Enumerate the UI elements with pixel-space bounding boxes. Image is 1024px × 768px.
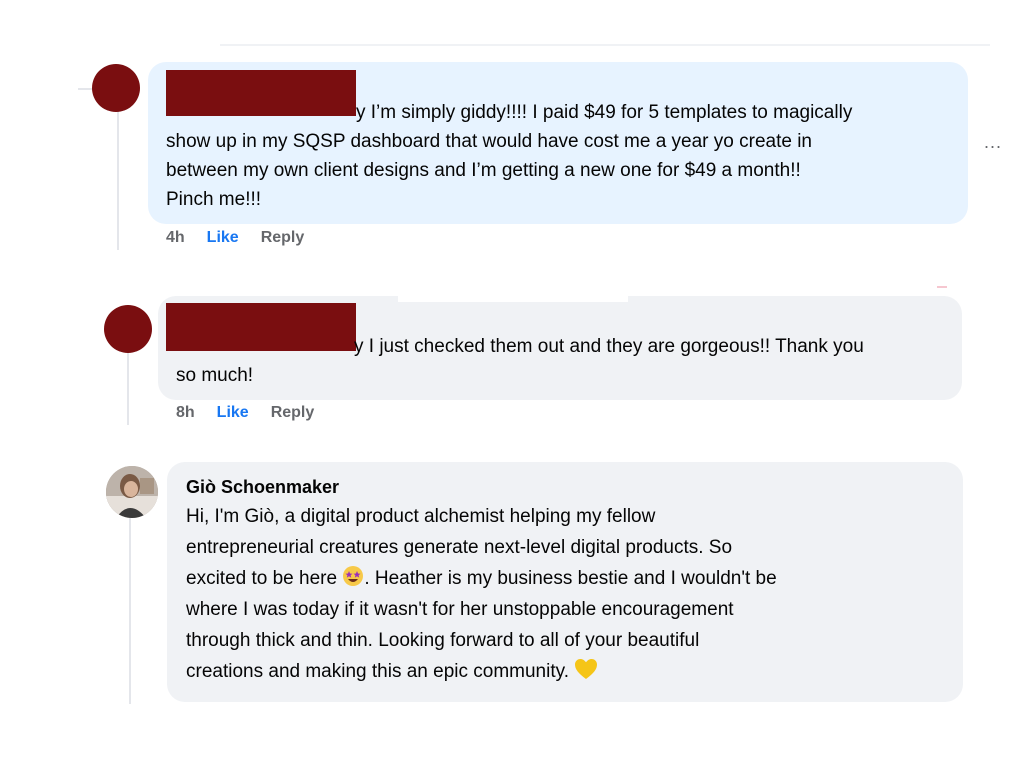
divider bbox=[220, 44, 990, 46]
reply-button[interactable]: Reply bbox=[261, 229, 305, 247]
comment-text-line: entrepreneurial creatures generate next-… bbox=[186, 537, 733, 558]
comment-text-line: excited to be here . Heather is my busin… bbox=[186, 564, 777, 596]
comment-author[interactable]: Giò Schoenmaker bbox=[186, 477, 339, 498]
comment-thread: y I’m simply giddy!!!! I paid $49 for 5 … bbox=[0, 0, 1024, 768]
divider bbox=[398, 296, 628, 302]
reply-button[interactable]: Reply bbox=[271, 404, 315, 422]
comment-text-line: Hi, I'm Giò, a digital product alchemist… bbox=[186, 506, 656, 527]
thread-line bbox=[127, 350, 129, 425]
comment-text-fragment: creations and making this an epic commun… bbox=[186, 661, 575, 682]
comment-actions: 8h Like Reply bbox=[176, 404, 314, 422]
comment-text-line: so much! bbox=[176, 365, 254, 386]
redacted-author-name bbox=[166, 70, 356, 116]
comment-text-line: y I just checked them out and they are g… bbox=[354, 336, 864, 357]
comment-actions: 4h Like Reply bbox=[166, 229, 304, 247]
like-button[interactable]: Like bbox=[207, 229, 239, 247]
star-struck-emoji bbox=[342, 565, 364, 596]
comment-text-line: where I was today if it wasn't for her u… bbox=[186, 599, 734, 620]
comment-text-line: between my own client designs and I’m ge… bbox=[166, 160, 801, 181]
comment-text-line: Pinch me!!! bbox=[166, 189, 262, 210]
yellow-heart-emoji bbox=[574, 658, 598, 689]
avatar[interactable] bbox=[106, 466, 158, 518]
thread-line bbox=[117, 108, 119, 250]
comment-text-line: show up in my SQSP dashboard that would … bbox=[166, 131, 812, 152]
avatar[interactable] bbox=[104, 305, 152, 353]
comment-text-fragment: . Heather is my business bestie and I wo… bbox=[364, 568, 777, 589]
comment-text-fragment: excited to be here bbox=[186, 568, 343, 589]
divider bbox=[937, 286, 947, 288]
more-options-button[interactable]: ... bbox=[984, 132, 1002, 153]
avatar[interactable] bbox=[92, 64, 140, 112]
like-button[interactable]: Like bbox=[217, 404, 249, 422]
comment-text-line: creations and making this an epic commun… bbox=[186, 657, 598, 689]
redacted-author-name bbox=[166, 303, 356, 351]
thread-line bbox=[129, 518, 131, 704]
comment-text-line: y I’m simply giddy!!!! I paid $49 for 5 … bbox=[356, 102, 853, 123]
profile-photo bbox=[106, 466, 158, 518]
timestamp[interactable]: 4h bbox=[166, 229, 185, 247]
comment-text-line: through thick and thin. Looking forward … bbox=[186, 630, 700, 651]
timestamp[interactable]: 8h bbox=[176, 404, 195, 422]
